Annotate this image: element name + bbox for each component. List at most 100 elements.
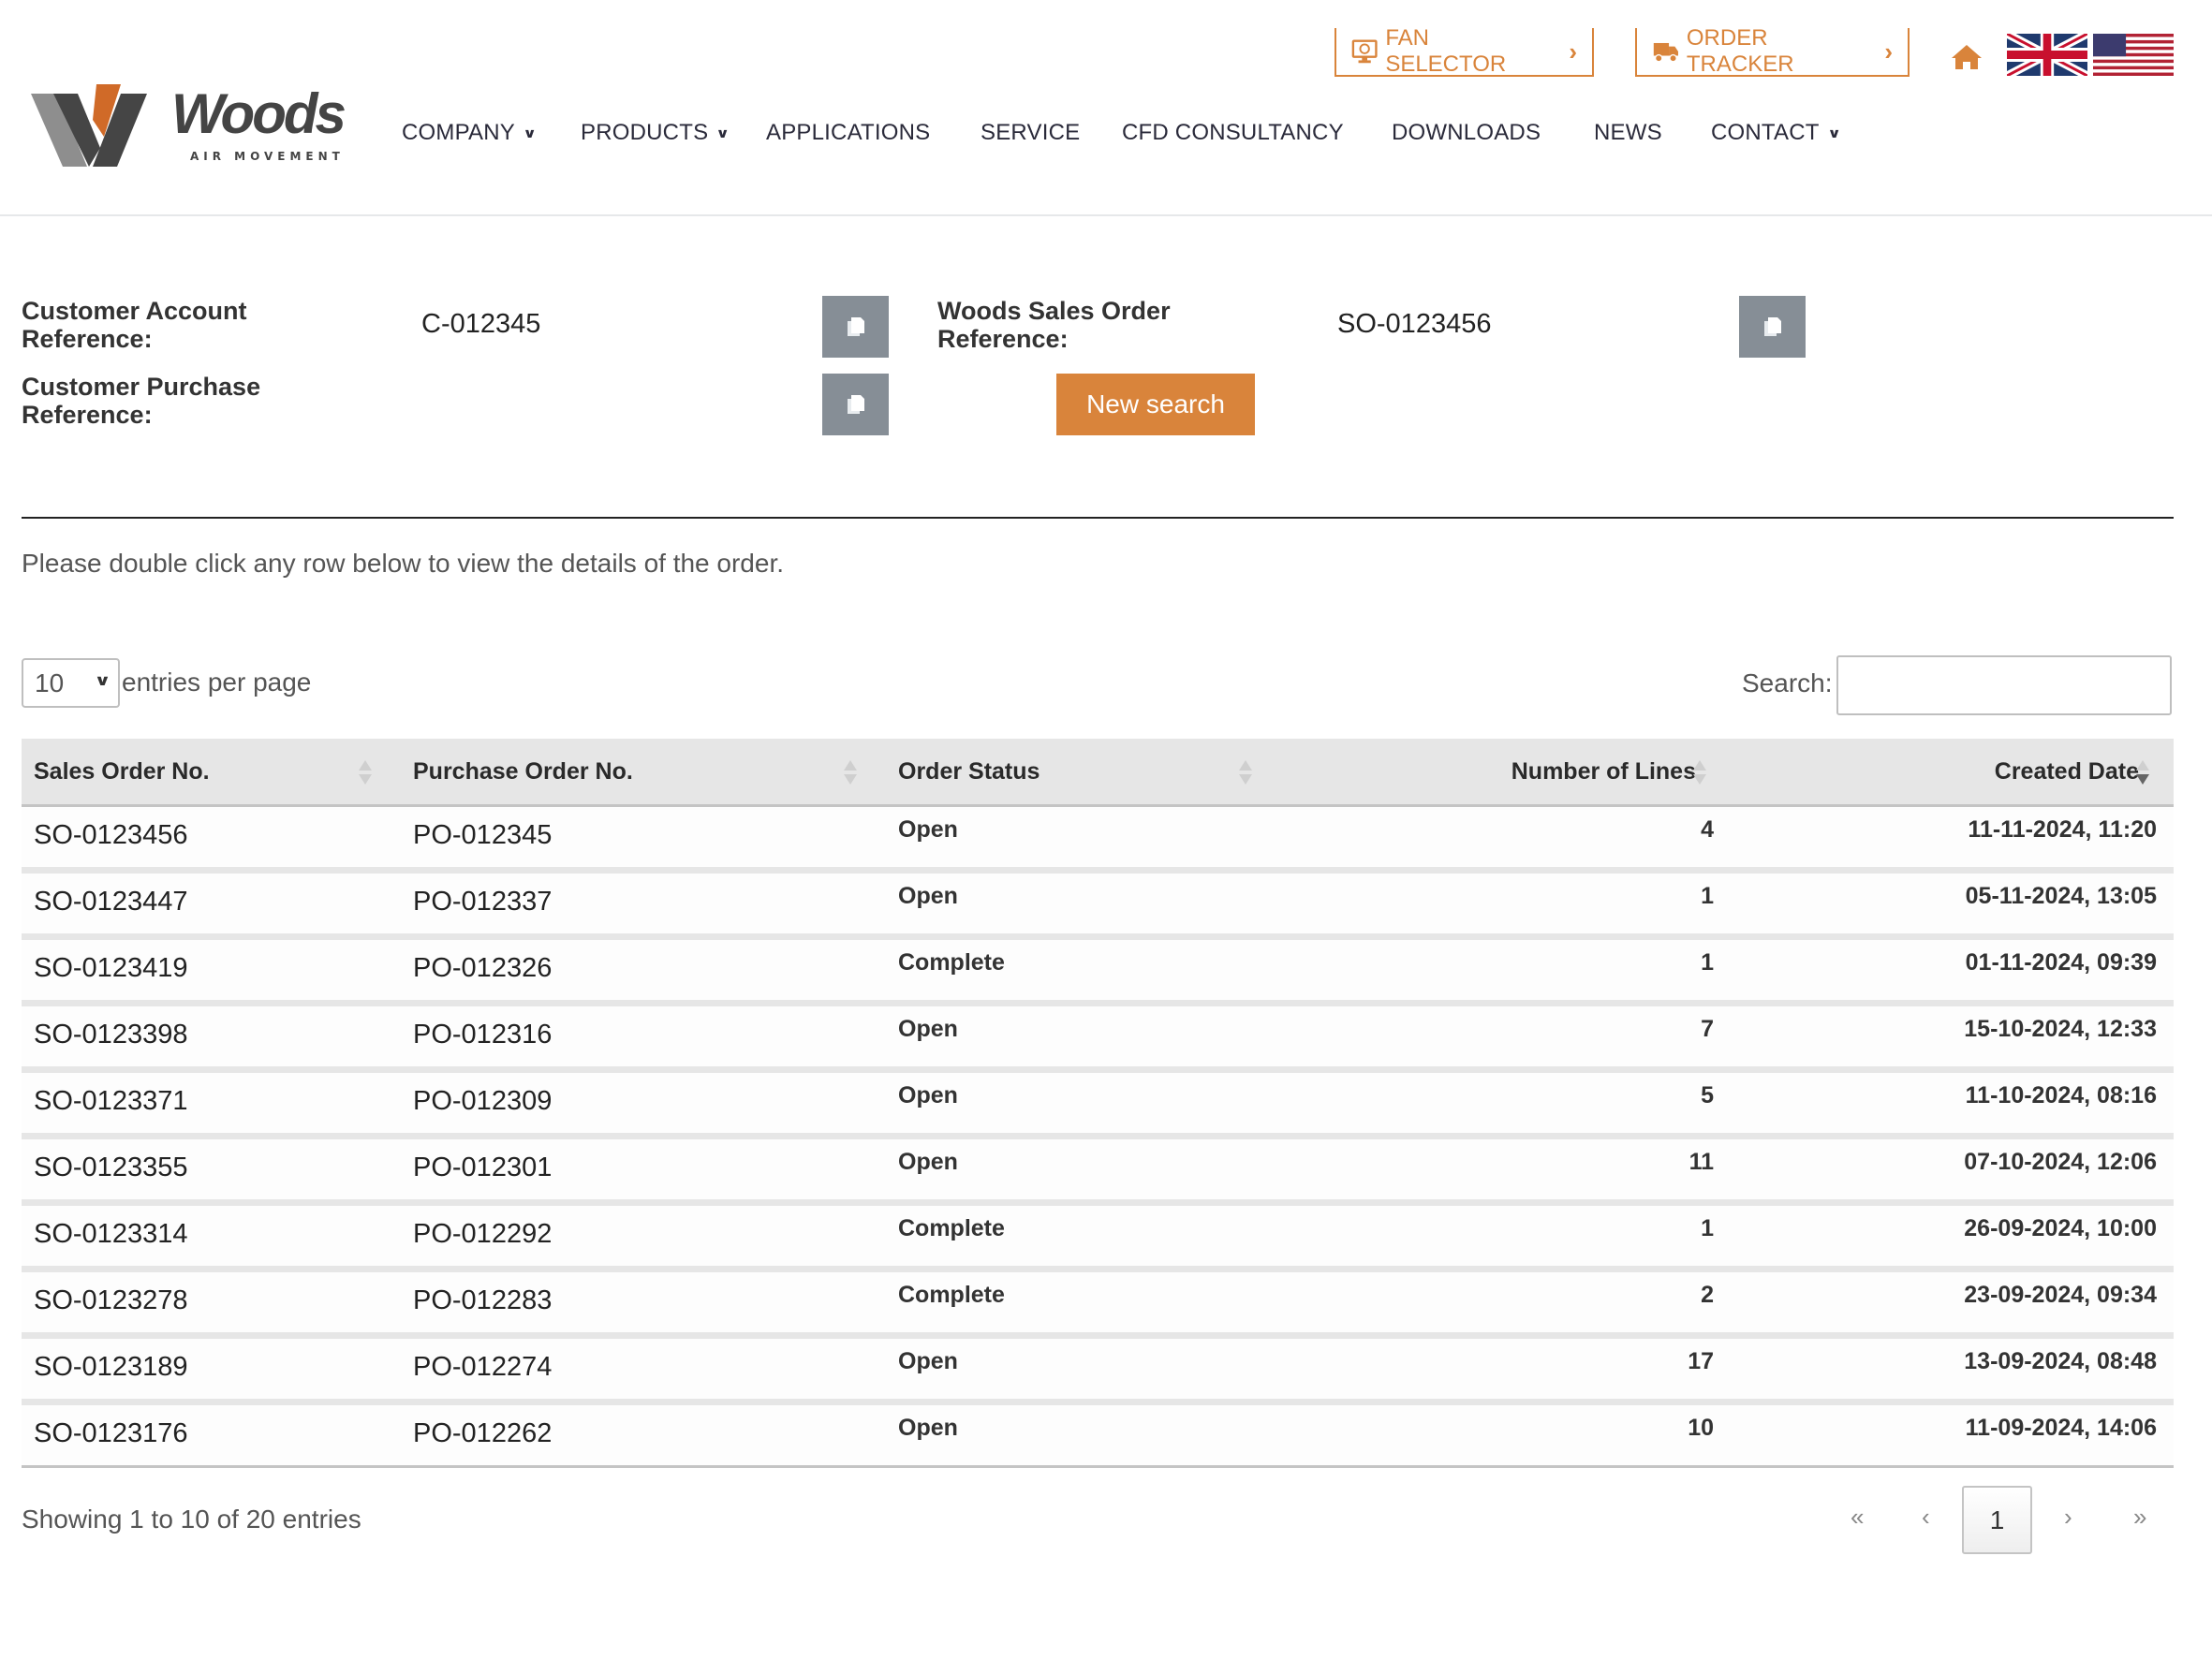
cell-order-status: Open — [898, 816, 958, 843]
nav-service-label: SERVICE — [981, 120, 1081, 145]
search-label: Search: — [1742, 668, 1833, 697]
chevron-right-icon: › — [1884, 37, 1893, 66]
cell-order-status: Open — [898, 1016, 958, 1042]
column-header-purchase-order[interactable]: Purchase Order No. — [413, 739, 633, 804]
order-tracker-button[interactable]: ORDER TRACKER › — [1635, 25, 1910, 77]
nav-contact-label: CONTACT — [1711, 120, 1820, 145]
pagination-page-current[interactable]: 1 — [1962, 1486, 2032, 1554]
cell-number-of-lines: 1 — [1701, 949, 1714, 976]
copy-customer-purchase-button[interactable] — [822, 374, 889, 435]
nav-company-label: COMPANY — [402, 120, 515, 145]
nav-cfd-consultancy-label: CFD CONSULTANCY — [1122, 120, 1344, 145]
cell-purchase-order: PO-012262 — [413, 1418, 553, 1448]
sort-icon[interactable] — [1693, 760, 1706, 786]
table-row[interactable]: SO-0123355 PO-012301 Open 11 07-10-2024, 12:… — [22, 1139, 2174, 1206]
chevron-down-icon: ∨ — [1826, 125, 1841, 140]
sort-icon[interactable] — [844, 760, 857, 786]
table-row[interactable]: SO-0123278 PO-012283 Complete 2 23-09-2024, … — [22, 1272, 2174, 1339]
cell-purchase-order: PO-012345 — [413, 820, 553, 850]
label-line: Customer Account — [22, 297, 247, 325]
nav-service[interactable]: SERVICE — [981, 120, 1080, 146]
table-row[interactable]: SO-0123419 PO-012326 Complete 1 01-11-2024, … — [22, 940, 2174, 1006]
copy-customer-account-button[interactable] — [822, 296, 889, 358]
cell-number-of-lines: 10 — [1688, 1415, 1714, 1441]
cell-created-date: 11-11-2024, 11:20 — [1968, 816, 2157, 843]
pagination-next[interactable]: › — [2064, 1503, 2072, 1532]
cell-sales-order: SO-0123189 — [34, 1352, 188, 1382]
site-header: Woods AIR MOVEMENT FAN SELECTOR › ORDER … — [0, 0, 2212, 216]
nav-company[interactable]: COMPANY ∨ — [402, 120, 537, 146]
cell-order-status: Complete — [898, 1215, 1005, 1241]
cell-order-status: Open — [898, 1415, 958, 1441]
entries-per-page-value: 10 — [35, 668, 65, 697]
cell-order-status: Complete — [898, 1282, 1005, 1308]
entries-per-page-label: entries per page — [122, 668, 312, 697]
table-row[interactable]: SO-0123314 PO-012292 Complete 1 26-09-2024, … — [22, 1206, 2174, 1272]
search-input[interactable] — [1836, 655, 2172, 715]
cell-sales-order: SO-0123456 — [34, 820, 188, 850]
cell-number-of-lines: 4 — [1701, 816, 1714, 843]
nav-products-label: PRODUCTS — [581, 120, 709, 145]
label-line: Reference: — [937, 325, 1069, 353]
entries-per-page-select[interactable]: 10 ∨ — [22, 658, 120, 708]
instruction-text: Please double click any row below to vie… — [22, 549, 785, 578]
cell-sales-order: SO-0123314 — [34, 1219, 188, 1249]
customer-purchase-reference-label: Customer Purchase Reference: — [22, 373, 260, 429]
nav-downloads[interactable]: DOWNLOADS — [1392, 120, 1541, 146]
pagination-first[interactable]: « — [1851, 1503, 1864, 1532]
cell-created-date: 23-09-2024, 09:34 — [1964, 1282, 2157, 1308]
nav-news-label: NEWS — [1594, 120, 1662, 145]
cell-number-of-lines: 1 — [1701, 1215, 1714, 1241]
nav-news[interactable]: NEWS — [1594, 120, 1662, 146]
table-row[interactable]: SO-0123176 PO-012262 Open 10 11-09-2024, 14:… — [22, 1405, 2174, 1468]
copy-woods-sales-order-button[interactable] — [1739, 296, 1806, 358]
cell-order-status: Open — [898, 1149, 958, 1175]
cell-purchase-order: PO-012274 — [413, 1352, 553, 1382]
cell-purchase-order: PO-012301 — [413, 1152, 553, 1182]
column-header-sales-order[interactable]: Sales Order No. — [34, 739, 210, 804]
sort-desc-icon[interactable] — [2136, 760, 2149, 786]
cell-purchase-order: PO-012283 — [413, 1285, 553, 1315]
table-row[interactable]: SO-0123371 PO-012309 Open 5 11-10-2024, 08:1… — [22, 1073, 2174, 1139]
cell-sales-order: SO-0123419 — [34, 953, 188, 983]
logo-wordmark: Woods — [171, 82, 347, 145]
cell-number-of-lines: 11 — [1688, 1149, 1714, 1175]
table-row[interactable]: SO-0123447 PO-012337 Open 1 05-11-2024, 13:0… — [22, 874, 2174, 940]
nav-cfd-consultancy[interactable]: CFD CONSULTANCY — [1122, 120, 1344, 146]
pagination-previous[interactable]: ‹ — [1922, 1503, 1930, 1532]
entries-info: Showing 1 to 10 of 20 entries — [22, 1505, 361, 1534]
cell-created-date: 05-11-2024, 13:05 — [1965, 883, 2157, 909]
nav-products[interactable]: PRODUCTS ∨ — [581, 120, 730, 146]
cell-created-date: 07-10-2024, 12:06 — [1964, 1149, 2157, 1175]
table-row[interactable]: SO-0123398 PO-012316 Open 7 15-10-2024, 12:3… — [22, 1006, 2174, 1073]
home-icon[interactable] — [1951, 43, 1983, 71]
label-line: Reference: — [22, 401, 153, 429]
cell-created-date: 11-10-2024, 08:16 — [1965, 1082, 2157, 1108]
cell-sales-order: SO-0123176 — [34, 1418, 188, 1448]
cell-purchase-order: PO-012292 — [413, 1219, 553, 1249]
nav-applications[interactable]: APPLICATIONS — [766, 120, 930, 146]
table-row[interactable]: SO-0123189 PO-012274 Open 17 13-09-2024, 08:… — [22, 1339, 2174, 1405]
chevron-right-icon: › — [1569, 37, 1577, 66]
label-line: Woods Sales Order — [937, 297, 1171, 325]
sort-icon[interactable] — [1239, 760, 1252, 786]
customer-account-reference-value: C-012345 — [421, 309, 541, 339]
us-flag-icon[interactable] — [2093, 34, 2174, 76]
woods-logo[interactable]: Woods AIR MOVEMENT — [31, 81, 347, 170]
cell-created-date: 13-09-2024, 08:48 — [1964, 1348, 2157, 1374]
chevron-down-icon: ∨ — [715, 125, 730, 140]
fan-selector-button[interactable]: FAN SELECTOR › — [1335, 25, 1594, 77]
column-header-number-of-lines[interactable]: Number of Lines — [1512, 739, 1696, 804]
customer-account-reference-label: Customer Account Reference: — [22, 297, 247, 353]
column-header-created-date[interactable]: Created Date — [1995, 739, 2139, 804]
nav-contact[interactable]: CONTACT ∨ — [1711, 120, 1841, 146]
uk-flag-icon[interactable] — [2007, 34, 2087, 76]
column-header-order-status[interactable]: Order Status — [898, 739, 1040, 804]
sort-icon[interactable] — [359, 760, 372, 786]
copy-icon — [847, 317, 864, 336]
pagination-last[interactable]: » — [2133, 1503, 2146, 1532]
new-search-button[interactable]: New search — [1056, 374, 1255, 435]
woods-sales-order-reference-value: SO-0123456 — [1337, 309, 1492, 339]
cell-purchase-order: PO-012309 — [413, 1086, 553, 1116]
table-row[interactable]: SO-0123456 PO-012345 Open 4 11-11-2024, 11:2… — [22, 807, 2174, 874]
